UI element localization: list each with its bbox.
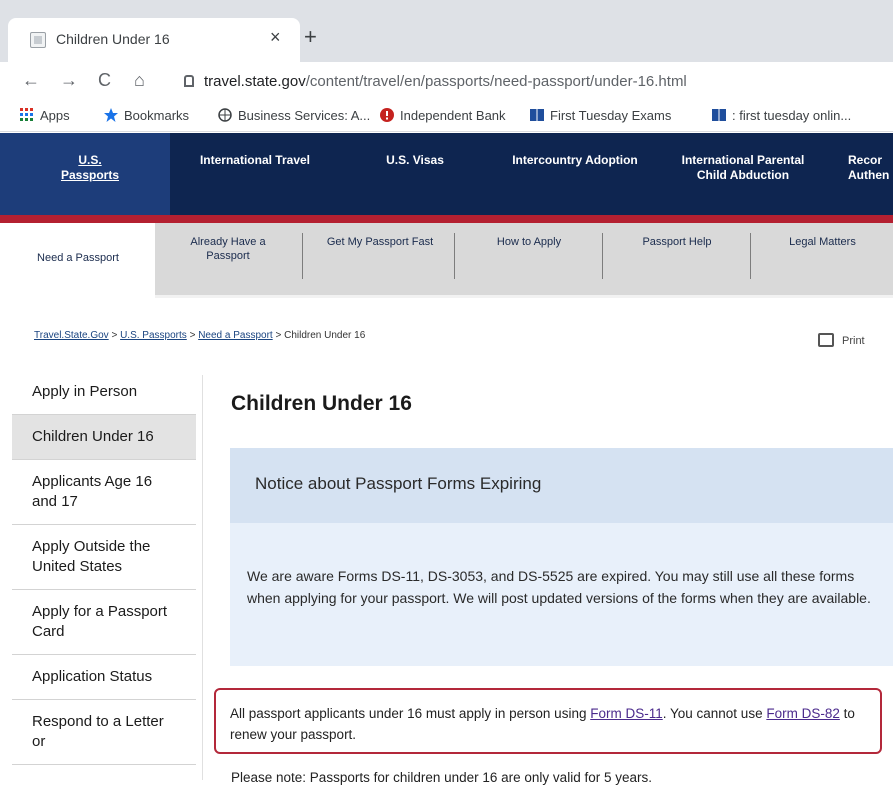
breadcrumb-link[interactable]: U.S. Passports [120,330,187,341]
back-icon[interactable]: ← [22,70,40,91]
subnav-divider [454,233,455,279]
nav-intercountry-adoption[interactable]: Intercountry Adoption [505,153,645,168]
sidebar-item-application-status[interactable]: Application Status [12,655,196,700]
section-sub-nav: Need a Passport Already Have a Passport … [0,223,893,298]
subnav-passport-help[interactable]: Passport Help [604,235,750,249]
nav-us-visas[interactable]: U.S. Visas [375,153,455,168]
sidebar-divider [202,375,203,780]
browser-toolbar: ← → C ⌂ travel.state.gov/content/travel/… [0,62,893,102]
browser-tab-strip: Children Under 16 × + [0,0,893,62]
reload-icon[interactable]: C [98,70,111,91]
browser-tab[interactable]: Children Under 16 × [8,18,300,62]
book-icon [712,109,726,121]
bookmark-independent-bank[interactable]: Independent Bank [380,108,506,123]
subnav-divider [602,233,603,279]
highlighted-requirement: All passport applicants under 16 must ap… [214,688,882,754]
print-label: Print [842,335,865,347]
subnav-legal-matters[interactable]: Legal Matters [752,235,893,249]
breadcrumb-link[interactable]: Travel.State.Gov [34,330,109,341]
site-main-nav: U.S. Passports International Travel U.S.… [0,133,893,215]
bookmark-business-services[interactable]: Business Services: A... [218,108,370,123]
address-bar[interactable]: travel.state.gov/content/travel/en/passp… [170,66,893,98]
bookmark-bookmarks[interactable]: Bookmarks [104,108,189,123]
sidebar-item-children-under-16[interactable]: Children Under 16 [12,415,196,460]
subnav-divider [302,233,303,279]
apps-grid-icon [20,108,33,121]
breadcrumb-current: Children Under 16 [284,330,366,341]
subnav-divider [750,233,751,279]
forward-icon[interactable]: → [60,70,78,91]
notice-panel: Notice about Passport Forms Expiring We … [230,448,893,666]
bank-icon [380,108,394,122]
subnav-how-to-apply[interactable]: How to Apply [456,235,602,249]
notice-header: Notice about Passport Forms Expiring [230,448,893,523]
form-ds-11-link[interactable]: Form DS-11 [590,706,663,721]
notice-text: We are aware Forms DS-11, DS-3053, and D… [247,568,871,606]
subnav-need-a-passport[interactable]: Need a Passport [8,251,148,265]
breadcrumb-separator: > [275,330,282,341]
nav-accent-bar [0,215,893,223]
book-icon [530,109,544,121]
bookmark-first-tuesday-exams[interactable]: First Tuesday Exams [530,108,671,123]
print-button[interactable]: Print [818,333,865,347]
breadcrumb-link[interactable]: Need a Passport [198,330,273,341]
notice-title: Notice about Passport Forms Expiring [255,474,542,493]
sidebar-item-passport-card[interactable]: Apply for a Passport Card [12,590,196,655]
subnav-get-my-passport-fast[interactable]: Get My Passport Fast [305,235,455,249]
page-favicon-icon [30,32,46,48]
bookmark-apps[interactable]: Apps [20,108,70,123]
subnav-already-have-a-passport[interactable]: Already Have a Passport [178,235,278,263]
star-icon [104,108,118,122]
home-icon[interactable]: ⌂ [134,70,145,91]
sidebar-item-applicants-age-16-and-17[interactable]: Applicants Age 16 and 17 [12,460,196,525]
close-tab-icon[interactable]: × [270,27,281,48]
new-tab-button[interactable]: + [304,24,317,50]
tab-title: Children Under 16 [56,31,170,47]
bookmark-first-tuesday-online[interactable]: : first tuesday onlin... [712,108,851,123]
sidebar-nav: Apply in Person Children Under 16 Applic… [12,370,198,765]
sidebar-item-apply-outside-us[interactable]: Apply Outside the United States [12,525,196,590]
form-ds-82-link[interactable]: Form DS-82 [766,706,840,721]
validity-note: Please note: Passports for children unde… [231,770,652,785]
bookmarks-bar: Apps Bookmarks Business Services: A... I… [0,102,893,132]
globe-icon [218,108,232,122]
sidebar-item-apply-in-person[interactable]: Apply in Person [12,370,196,415]
nav-international-travel[interactable]: International Travel [190,153,320,168]
lock-icon[interactable] [184,75,194,87]
breadcrumb-separator: > [111,330,118,341]
sidebar-item-respond-to-letter[interactable]: Respond to a Letter or [12,700,196,765]
breadcrumb: Travel.State.Gov > U.S. Passports > Need… [34,330,365,341]
breadcrumb-separator: > [189,330,196,341]
nav-international-parental-child-abduction[interactable]: International Parental Child Abduction [668,153,818,183]
nav-records-authentication[interactable]: Recor Authen [848,153,893,183]
requirement-text: All passport applicants under 16 must ap… [230,706,855,742]
printer-icon [818,333,834,347]
url-text[interactable]: travel.state.gov/content/travel/en/passp… [204,73,687,90]
page-title: Children Under 16 [231,392,412,415]
nav-us-passports[interactable]: U.S. Passports [50,153,130,183]
